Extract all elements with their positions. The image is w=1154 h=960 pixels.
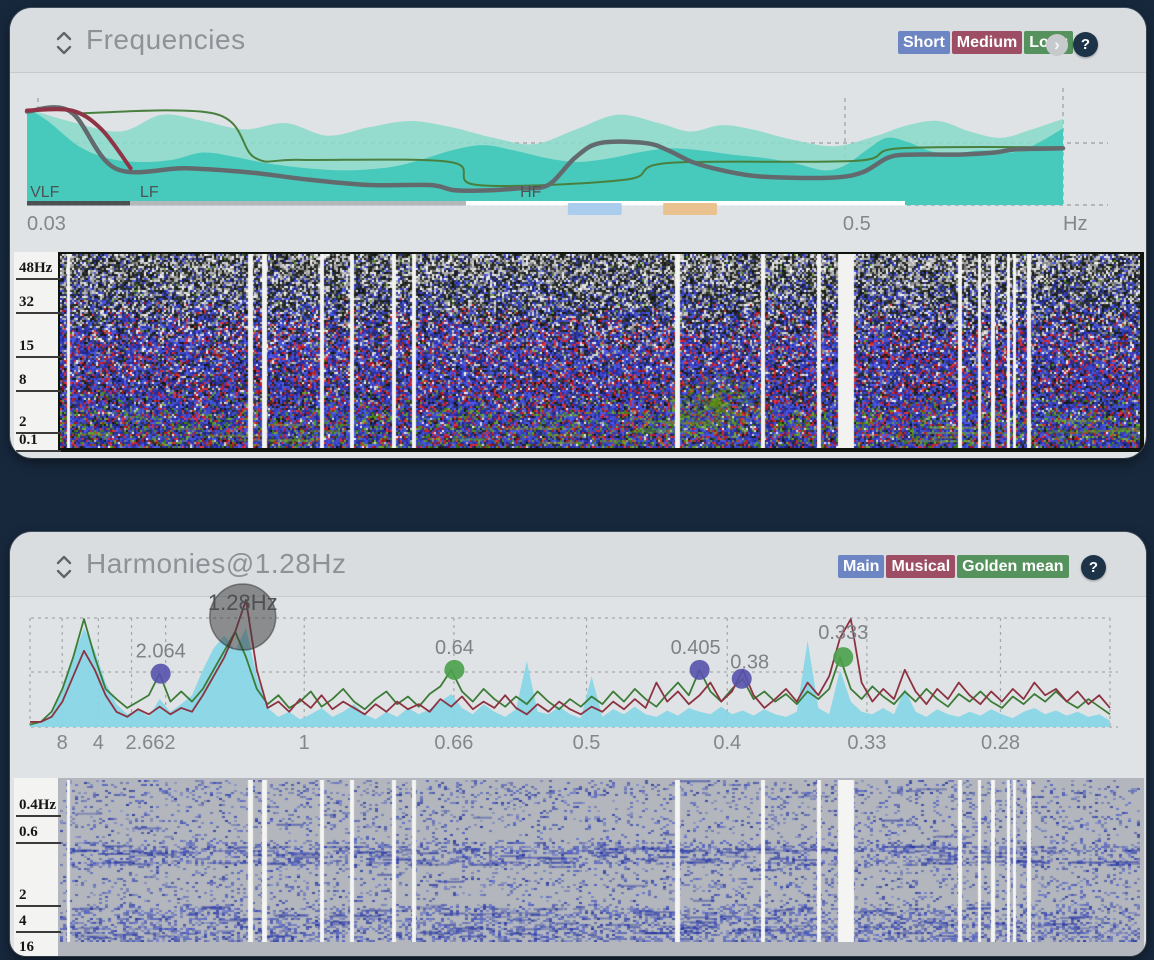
selected-peak-label: 1.28Hz bbox=[208, 590, 278, 615]
spectrogram-y-label-15: 15 bbox=[16, 338, 61, 358]
spectrogram-y-label-48hz: 48Hz bbox=[16, 260, 61, 280]
collapse-toggle-icon[interactable] bbox=[55, 554, 73, 580]
peak-marker-0-64[interactable] bbox=[444, 660, 464, 680]
x-tick-8: 8 bbox=[57, 732, 68, 755]
x-tick-0-4: 0.4 bbox=[713, 732, 741, 755]
x-tick-1: 1 bbox=[299, 732, 310, 755]
help-button[interactable]: ? bbox=[1073, 32, 1098, 57]
collapse-toggle-icon[interactable] bbox=[55, 30, 73, 56]
peak-marker-label-0-333: 0.333 bbox=[818, 622, 868, 644]
x-tick-0-66: 0.66 bbox=[434, 732, 473, 755]
spectrogram-y-label-4: 4 bbox=[16, 913, 61, 933]
legend-chip-musical[interactable]: Musical bbox=[886, 555, 955, 578]
panel-harmonies: Harmonies@1.28Hz MainMusicalGolden mean … bbox=[10, 532, 1146, 956]
peak-marker-label-0-405: 0.405 bbox=[671, 637, 721, 659]
legend-chip-medium[interactable]: Medium bbox=[952, 31, 1022, 54]
page-title: Frequencies bbox=[86, 24, 246, 56]
x-tick-hz: Hz bbox=[1063, 213, 1087, 236]
legend-chip-main[interactable]: Main bbox=[838, 555, 884, 578]
x-tick-0-5: 0.5 bbox=[573, 732, 601, 755]
x-tick-4: 4 bbox=[93, 732, 104, 755]
peak-marker-label-0-38: 0.38 bbox=[730, 652, 769, 674]
spectrogram-y-label-16: 16 bbox=[16, 939, 61, 956]
band-label-hf: HF bbox=[520, 184, 542, 201]
help-button[interactable]: ? bbox=[1081, 555, 1106, 580]
spectrogram-y-label-32: 32 bbox=[16, 294, 61, 314]
panel-frequencies: Frequencies ShortMediumLong › ? VLFLFHF … bbox=[10, 8, 1146, 458]
harmonies-legend: MainMusicalGolden mean bbox=[838, 555, 1069, 578]
spectrogram-y-label-0-4hz: 0.4Hz bbox=[16, 797, 61, 817]
peak-marker-0-405[interactable] bbox=[690, 660, 710, 680]
spectrogram-y-label-0-1: 0.1 bbox=[16, 432, 61, 452]
peak-marker-0-333[interactable] bbox=[833, 647, 853, 667]
page-title: Harmonies@1.28Hz bbox=[86, 548, 347, 580]
legend-chip-short[interactable]: Short bbox=[898, 31, 950, 54]
x-tick-0-33: 0.33 bbox=[847, 732, 886, 755]
legend-chip-golden-mean[interactable]: Golden mean bbox=[957, 555, 1068, 578]
peak-marker-label-0-64: 0.64 bbox=[435, 637, 474, 659]
frequencies-header: Frequencies ShortMediumLong › ? bbox=[10, 8, 1146, 73]
frequencies-x-axis: 0.03 0.5 Hz bbox=[10, 213, 1146, 239]
expand-button[interactable]: › bbox=[1046, 34, 1068, 56]
harmonies-x-axis: 8 4 2.662 1 0.66 0.5 0.4 0.33 0.28 bbox=[10, 732, 1146, 758]
x-tick-2-662: 2.662 bbox=[125, 732, 175, 755]
spectrogram-y-label-2: 2 bbox=[16, 887, 61, 907]
band-bar-segment bbox=[130, 201, 466, 206]
peak-marker-2-064[interactable] bbox=[151, 664, 171, 684]
spectrogram-y-label-8: 8 bbox=[16, 372, 61, 392]
harmonies-spectrogram bbox=[60, 780, 1140, 942]
x-tick-0-28: 0.28 bbox=[981, 732, 1020, 755]
peak-marker-label-2-064: 2.064 bbox=[136, 641, 186, 663]
spectrogram-y-label-0-6: 0.6 bbox=[16, 824, 61, 844]
band-label-vlf: VLF bbox=[30, 184, 60, 201]
x-tick-0-03: 0.03 bbox=[27, 213, 66, 236]
x-tick-0-5: 0.5 bbox=[843, 213, 871, 236]
spectrogram-y-label-2: 2 bbox=[16, 414, 61, 434]
frequencies-spectrogram bbox=[60, 254, 1140, 448]
band-bar-segment bbox=[27, 201, 130, 206]
page-background: { "panels": { "frequencies": { "title": … bbox=[0, 0, 1154, 960]
band-label-lf: LF bbox=[140, 184, 159, 201]
